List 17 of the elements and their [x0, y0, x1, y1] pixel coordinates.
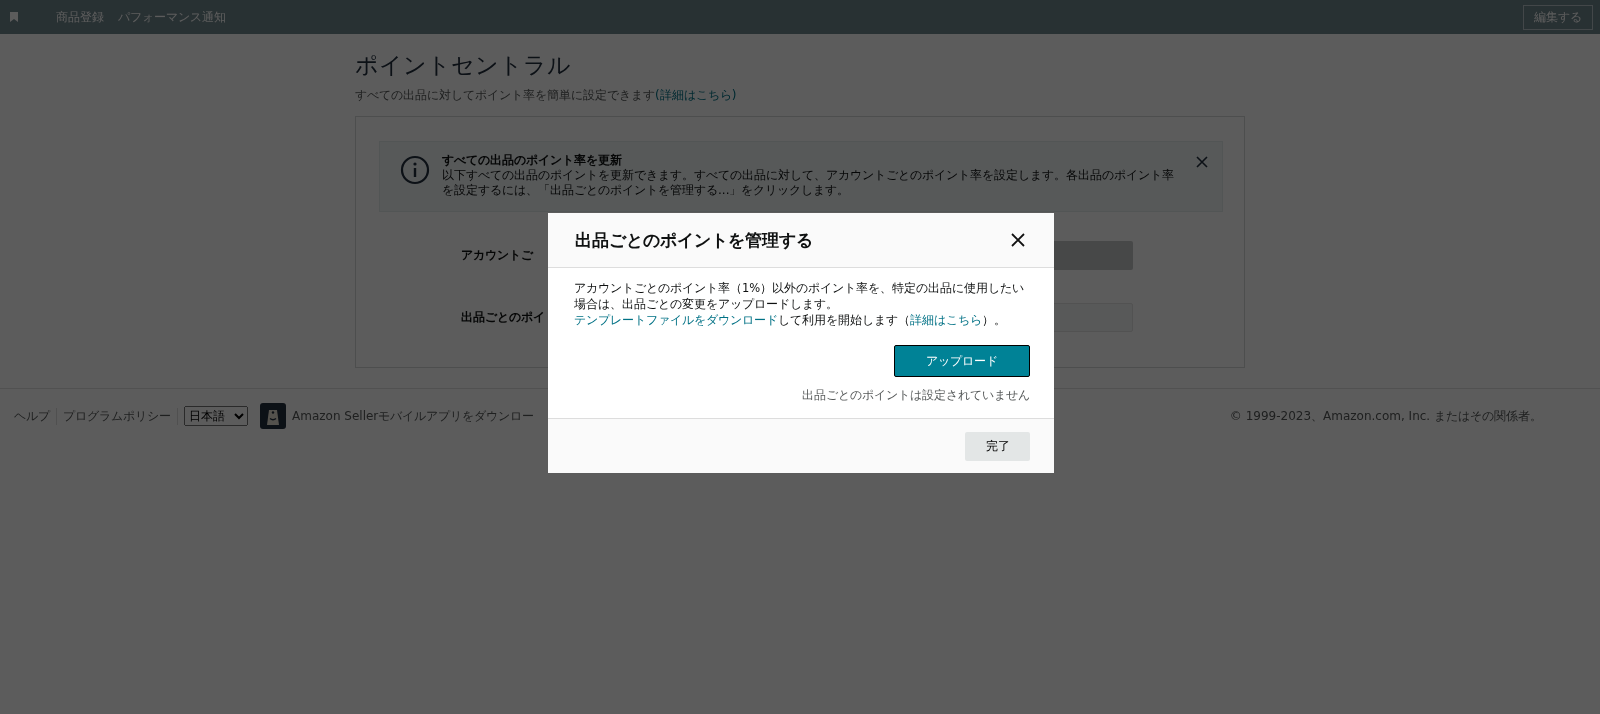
- modal-title: 出品ごとのポイントを管理する: [575, 228, 813, 252]
- form-label: アカウントご: [461, 247, 533, 264]
- alert-title: すべての出品のポイント率を更新: [442, 153, 623, 168]
- info-icon: [400, 155, 430, 185]
- modal-description: アカウントごとのポイント率（1%）以外のポイント率を、特定の出品に使用したい場合は、出品ごとの変更をアップロードします。 テンプレートファイルをダウンロード して利用を開始します（詳細はこちら）。: [574, 280, 1026, 328]
- status-text: 出品ごとのポイントは設定されていません: [802, 387, 1030, 404]
- alert-message: 以下すべての出品のポイントを更新できます。すべての出品に対して、アカウントごとのポイント率を設定します。各出品のポイント率を設定するには、「出品ごとのポイントを管理する...」をクリックします。: [442, 168, 1175, 198]
- form-label: 出品ごとのポイ: [461, 309, 545, 326]
- done-button[interactable]: 完了: [965, 431, 1030, 461]
- details-link[interactable]: (詳細はこちら): [655, 88, 737, 102]
- close-icon[interactable]: [1011, 233, 1025, 247]
- upload-button[interactable]: アップロード: [894, 345, 1030, 377]
- shopping-tag-icon: [260, 403, 286, 429]
- template-download-link[interactable]: テンプレートファイルをダウンロード: [574, 313, 778, 327]
- language-select[interactable]: 日本語: [184, 406, 248, 426]
- page-title: ポイントセントラル: [355, 51, 572, 80]
- details-link[interactable]: 詳細はこちら: [910, 313, 982, 327]
